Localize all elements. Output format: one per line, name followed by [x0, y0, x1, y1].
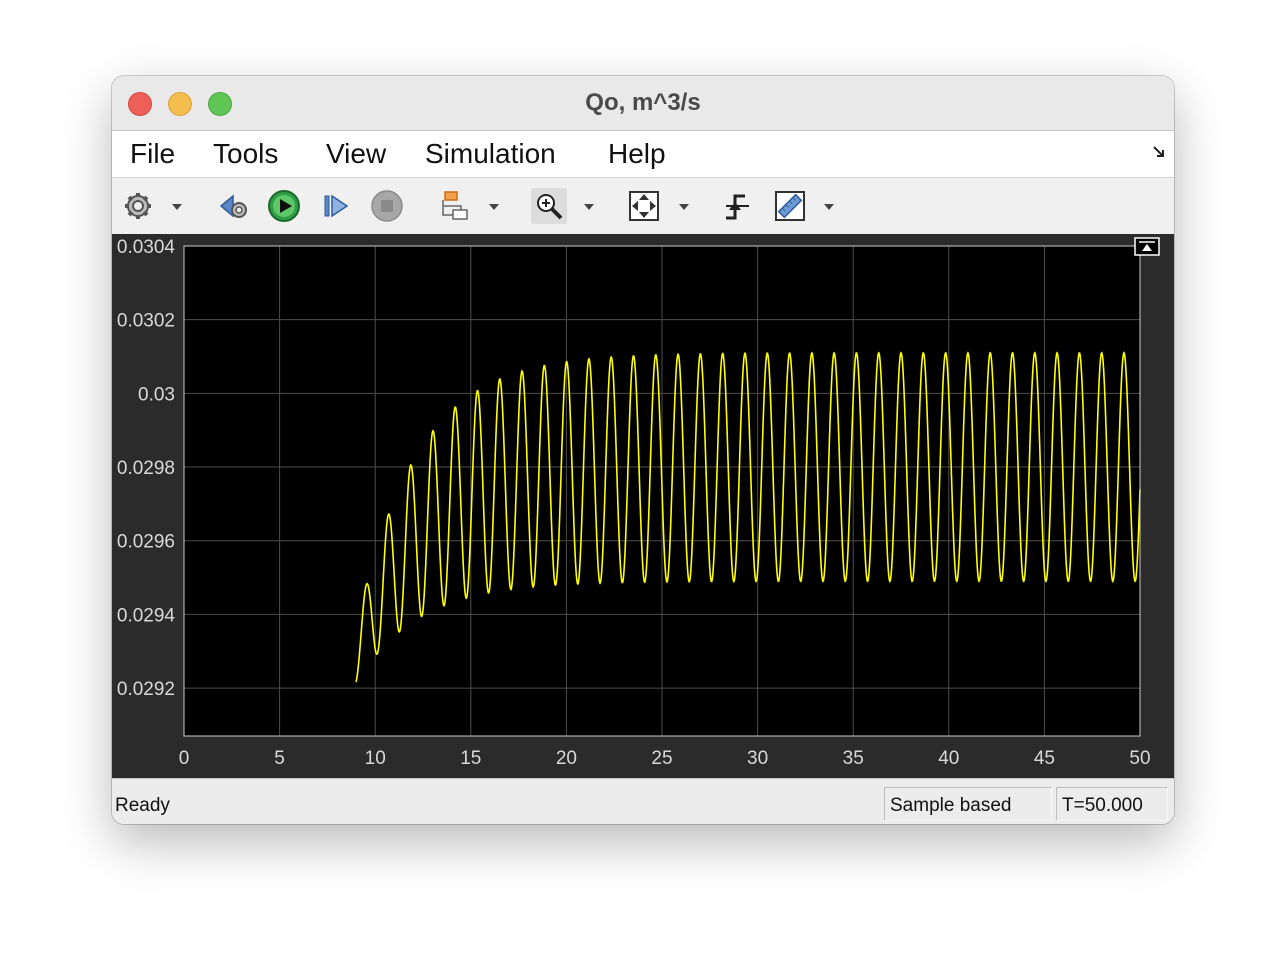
x-axis-ticks: 0 5 10 15 20 25 30 35 40 45 50 — [179, 748, 1151, 769]
x-tick-label: 5 — [274, 748, 285, 769]
y-tick-label: 0.0296 — [117, 532, 175, 553]
scope-window: Qo, m^3/s File Tools View Simulation Hel… — [112, 76, 1174, 824]
x-tick-label: 25 — [651, 748, 672, 769]
y-tick-label: 0.0304 — [117, 237, 176, 258]
settings-button[interactable] — [120, 188, 156, 224]
menu-bar: File Tools View Simulation Help — [112, 131, 1174, 178]
step-forward-button[interactable] — [318, 188, 354, 224]
title-bar[interactable]: Qo, m^3/s — [112, 76, 1174, 131]
menu-simulation[interactable]: Simulation — [425, 138, 556, 170]
settings-icon — [125, 193, 151, 219]
status-text: Ready — [115, 795, 170, 816]
run-icon — [268, 190, 300, 222]
x-tick-label: 15 — [460, 748, 481, 769]
y-tick-label: 0.03 — [138, 384, 175, 405]
fit-dropdown-arrow[interactable] — [679, 204, 689, 210]
menu-view[interactable]: View — [326, 138, 386, 170]
menu-help[interactable]: Help — [608, 138, 666, 170]
step-forward-icon — [324, 194, 349, 218]
step-back-button[interactable] — [215, 188, 251, 224]
x-tick-label: 10 — [365, 748, 386, 769]
highlight-block-icon — [442, 191, 468, 220]
chart[interactable]: 0.0292 0.0294 0.0296 0.0298 0.03 0.0302 0.0304… — [112, 234, 1174, 778]
sample-mode-field: Sample based — [884, 787, 1052, 821]
menu-tools[interactable]: Tools — [213, 138, 278, 170]
zoom-dropdown-arrow[interactable] — [584, 204, 594, 210]
measurements-dropdown-arrow[interactable] — [824, 204, 834, 210]
y-tick-label: 0.0294 — [117, 605, 176, 626]
triggers-icon — [726, 194, 749, 220]
expand-legend-icon[interactable] — [1134, 237, 1160, 256]
y-tick-label: 0.0292 — [117, 679, 175, 700]
x-tick-label: 45 — [1034, 748, 1055, 769]
undock-icon[interactable] — [1152, 145, 1166, 159]
x-tick-label: 0 — [179, 748, 190, 769]
scope-display: 0.0292 0.0294 0.0296 0.0298 0.03 0.0302 0.0304… — [112, 234, 1174, 778]
menu-file[interactable]: File — [130, 138, 175, 170]
zoom-icon — [537, 194, 563, 220]
x-tick-label: 30 — [747, 748, 768, 769]
highlight-block-button[interactable] — [437, 188, 473, 224]
cursor-measurements-icon — [775, 191, 805, 221]
x-tick-label: 50 — [1129, 748, 1150, 769]
stop-button[interactable] — [369, 188, 405, 224]
highlight-dropdown-arrow[interactable] — [489, 204, 499, 210]
window-title: Qo, m^3/s — [585, 89, 701, 116]
y-axis-ticks: 0.0292 0.0294 0.0296 0.0298 0.03 0.0302 0.0304 — [117, 237, 176, 700]
y-tick-label: 0.0302 — [117, 311, 175, 332]
simulation-time-field: T=50.000 — [1056, 787, 1168, 821]
settings-dropdown-arrow[interactable] — [172, 204, 182, 210]
x-tick-label: 35 — [843, 748, 864, 769]
zoom-button[interactable] — [531, 188, 567, 224]
x-tick-label: 40 — [938, 748, 959, 769]
triggers-button[interactable] — [720, 188, 756, 224]
y-tick-label: 0.0298 — [117, 458, 175, 479]
stop-icon — [371, 190, 403, 222]
fit-to-view-icon — [629, 191, 659, 221]
cursor-measurements-button[interactable] — [772, 188, 808, 224]
fit-to-view-button[interactable] — [626, 188, 662, 224]
x-tick-label: 20 — [556, 748, 577, 769]
toolbar — [112, 178, 1174, 234]
run-button[interactable] — [266, 188, 302, 224]
step-back-icon — [219, 194, 247, 218]
status-bar: Ready Sample based T=50.000 — [112, 778, 1174, 824]
